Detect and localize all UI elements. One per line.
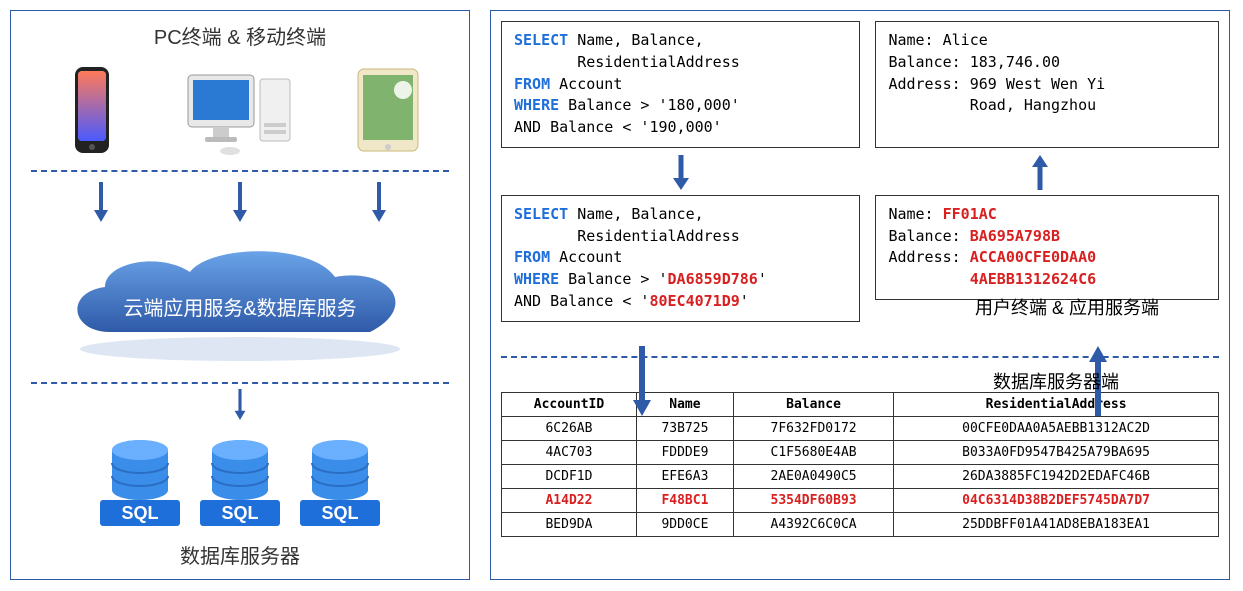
terminals-title: PC终端 & 移动终端 [154, 21, 326, 50]
arrow-up-icon [1030, 155, 1050, 190]
table-cell: EFE6A3 [636, 464, 733, 488]
col-name: Name [636, 392, 733, 416]
plaintext-query-box: SELECT Name, Balance, ResidentialAddress… [501, 21, 860, 148]
table-cell: 00CFE0DAA0A5AEBB1312AC2D [894, 416, 1219, 440]
divider-icon [31, 382, 449, 384]
database-icon: SQL [95, 430, 185, 530]
table-cell: 4AC703 [502, 440, 637, 464]
database-row: SQL SQL SQL [31, 430, 449, 530]
table-cell: A4392C6C0CA [733, 512, 893, 536]
table-cell: 7F632FD0172 [733, 416, 893, 440]
database-icon: SQL [295, 430, 385, 530]
arrow-down-icon [671, 155, 691, 190]
mid-arrows [501, 155, 1219, 190]
table-row: A14D22F48BC15354DF60B9304C6314D38B2DEF57… [502, 488, 1219, 512]
table-cell: F48BC1 [636, 488, 733, 512]
architecture-left-panel: PC终端 & 移动终端 [10, 10, 470, 580]
table-cell: BED9DA [502, 512, 637, 536]
table-row: 4AC703FDDDE9C1F5680E4ABB033A0FD9547B425A… [502, 440, 1219, 464]
table-cell: 73B725 [636, 416, 733, 440]
desktop-pc-icon [175, 65, 305, 155]
col-balance: Balance [733, 392, 893, 416]
sql-text: SQL [121, 503, 158, 523]
svg-text:SQL: SQL [221, 503, 258, 523]
table-row: BED9DA9DD0CEA4392C6C0CA25DDBFF01A41AD8EB… [502, 512, 1219, 536]
encrypted-data-table: AccountID Name Balance ResidentialAddres… [501, 392, 1219, 537]
database-icon: SQL [195, 430, 285, 530]
table-cell: C1F5680E4AB [733, 440, 893, 464]
table-row: DCDF1DEFE6A32AE0A0490C526DA3885FC1942D2E… [502, 464, 1219, 488]
arrow-row [31, 182, 449, 222]
query-flow-panel: SELECT Name, Balance, ResidentialAddress… [490, 10, 1230, 580]
phone-icon [52, 65, 132, 155]
divider-icon [31, 170, 449, 172]
table-cell: 2AE0A0490C5 [733, 464, 893, 488]
table-cell: 6C26AB [502, 416, 637, 440]
svg-text:SQL: SQL [321, 503, 358, 523]
table-cell: 25DDBFF01A41AD8EBA183EA1 [894, 512, 1219, 536]
table-cell: A14D22 [502, 488, 637, 512]
table-cell: 04C6314D38B2DEF5745DA7D7 [894, 488, 1219, 512]
arrow-down-icon [91, 182, 111, 222]
table-cell: FDDDE9 [636, 440, 733, 464]
cloud-label: 云端应用服务&数据库服务 [50, 292, 430, 321]
client-side-label: 用户终端 & 应用服务端 [975, 294, 1159, 320]
table-header-row: AccountID Name Balance ResidentialAddres… [502, 392, 1219, 416]
plaintext-result-box: Name: Alice Balance: 183,746.00 Address:… [875, 21, 1219, 148]
col-address: ResidentialAddress [894, 392, 1219, 416]
table-cell: 9DD0CE [636, 512, 733, 536]
arrow-down-icon [230, 182, 250, 222]
plaintext-row: SELECT Name, Balance, ResidentialAddress… [501, 21, 1219, 148]
arrow-down-icon [230, 389, 250, 420]
cloud-icon: 云端应用服务&数据库服务 [50, 237, 430, 367]
device-row [31, 65, 449, 155]
db-server-label: 数据库服务器 [180, 540, 300, 569]
tablet-icon [348, 65, 428, 155]
divider-icon [501, 356, 1219, 358]
db-side-label: 数据库服务器端 [993, 368, 1119, 394]
table-row: 6C26AB73B7257F632FD017200CFE0DAA0A5AEBB1… [502, 416, 1219, 440]
table-cell: 26DA3885FC1942D2EDAFC46B [894, 464, 1219, 488]
table-cell: B033A0FD9547B425A79BA695 [894, 440, 1219, 464]
col-accountid: AccountID [502, 392, 637, 416]
table-cell: DCDF1D [502, 464, 637, 488]
table-cell: 5354DF60B93 [733, 488, 893, 512]
encrypted-result-box: Name: FF01AC Balance: BA695A798B Address… [875, 195, 1219, 300]
arrow-down-icon [369, 182, 389, 222]
encrypted-query-box: SELECT Name, Balance, ResidentialAddress… [501, 195, 860, 322]
